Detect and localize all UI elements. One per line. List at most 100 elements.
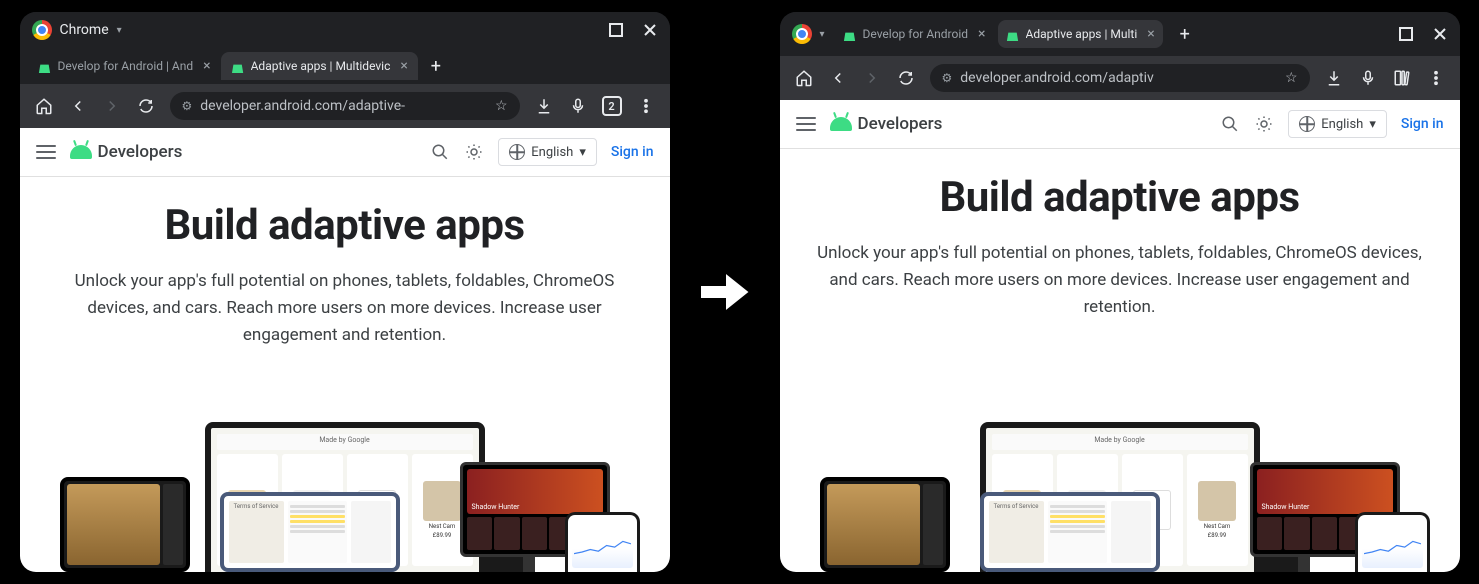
hero-subtitle: Unlock your app's full potential on phon…	[50, 268, 640, 350]
hero-title: Build adaptive apps	[50, 201, 640, 250]
tab-develop-android[interactable]: Develop for Android ×	[835, 20, 994, 48]
tab-title: Develop for Android | And	[58, 59, 194, 73]
page-content: Developers English ▾ Sign in Build adapt…	[20, 128, 670, 572]
chevron-down-icon[interactable]: ▾	[117, 25, 122, 36]
url-text: developer.android.com/adaptiv	[960, 70, 1277, 86]
globe-icon	[1299, 116, 1315, 132]
android-favicon-icon	[38, 59, 52, 73]
collection-icon[interactable]	[1392, 68, 1412, 88]
forward-icon[interactable]	[862, 68, 882, 88]
device-showcase: Made by Google Nest Cam£89.99 Terms of S…	[50, 412, 640, 572]
titlebar: ▾ Develop for Android × Adaptive apps | …	[780, 12, 1460, 56]
chevron-down-icon: ▾	[1369, 117, 1376, 132]
download-icon[interactable]	[534, 96, 554, 116]
foldable-graphic	[60, 477, 190, 572]
mic-icon[interactable]	[1358, 68, 1378, 88]
menu-icon[interactable]	[1426, 68, 1446, 88]
close-icon[interactable]	[1432, 26, 1448, 42]
maximize-icon[interactable]	[1398, 26, 1414, 42]
reload-icon[interactable]	[136, 96, 156, 116]
menu-icon[interactable]	[636, 96, 656, 116]
tab-close-icon[interactable]: ×	[203, 58, 210, 74]
site-header: Developers English ▾ Sign in	[780, 100, 1460, 149]
tab-close-icon[interactable]: ×	[1147, 26, 1154, 42]
android-logo-icon	[830, 117, 852, 131]
android-logo-icon	[70, 145, 92, 159]
language-label: English	[531, 145, 573, 160]
star-icon[interactable]: ☆	[1285, 70, 1298, 86]
theme-toggle-icon[interactable]	[1254, 114, 1274, 134]
download-icon[interactable]	[1324, 68, 1344, 88]
browser-toolbar: ⚙ developer.android.com/adaptiv ☆	[780, 56, 1460, 100]
new-tab-button[interactable]: +	[1171, 20, 1199, 48]
site-settings-icon[interactable]: ⚙	[942, 71, 953, 85]
browser-window-compact: Chrome ▾ Develop for Android | And × Ada…	[20, 12, 670, 572]
hero-section: Build adaptive apps Unlock your app's fu…	[20, 177, 670, 572]
tablet-doc-graphic: Terms of Service	[220, 492, 400, 572]
android-favicon-icon	[231, 59, 245, 73]
theme-toggle-icon[interactable]	[464, 142, 484, 162]
search-icon[interactable]	[1220, 114, 1240, 134]
tab-strip: Develop for Android | And × Adaptive app…	[20, 48, 670, 84]
tab-adaptive-apps[interactable]: Adaptive apps | Multidevic ×	[221, 52, 418, 80]
maximize-icon[interactable]	[608, 22, 624, 38]
developers-logo[interactable]: Developers	[830, 114, 943, 134]
signin-link[interactable]: Sign in	[1401, 116, 1444, 132]
hero-title: Build adaptive apps	[810, 173, 1430, 222]
laptop-header: Made by Google	[217, 434, 473, 450]
tab-switcher[interactable]: 2	[602, 96, 622, 116]
chrome-logo-icon	[32, 20, 52, 40]
new-tab-button[interactable]: +	[422, 52, 450, 80]
site-header: Developers English ▾ Sign in	[20, 128, 670, 177]
mic-icon[interactable]	[568, 96, 588, 116]
close-icon[interactable]	[642, 22, 658, 38]
developers-logo[interactable]: Developers	[70, 142, 183, 162]
star-icon[interactable]: ☆	[495, 98, 508, 114]
url-text: developer.android.com/adaptive-	[200, 98, 487, 114]
phone-graphic	[565, 512, 640, 572]
tab-title: Adaptive apps | Multi	[1026, 27, 1138, 41]
hamburger-menu-icon[interactable]	[36, 142, 56, 162]
signin-link[interactable]: Sign in	[611, 144, 654, 160]
tab-title: Adaptive apps | Multidevic	[251, 59, 391, 73]
globe-icon	[509, 144, 525, 160]
reload-icon[interactable]	[896, 68, 916, 88]
hamburger-menu-icon[interactable]	[796, 114, 816, 134]
search-icon[interactable]	[430, 142, 450, 162]
page-content: Developers English ▾ Sign in Build adapt…	[780, 100, 1460, 572]
brand-text: Developers	[98, 142, 183, 162]
address-bar[interactable]: ⚙ developer.android.com/adaptiv ☆	[930, 64, 1310, 92]
language-selector[interactable]: English ▾	[498, 138, 597, 166]
brand-text: Developers	[858, 114, 943, 134]
chevron-down-icon[interactable]: ▾	[820, 29, 825, 40]
back-icon[interactable]	[68, 96, 88, 116]
device-showcase: Made by Google Nest Cam£89.99 Terms of S…	[810, 412, 1430, 572]
titlebar-brand[interactable]: Chrome ▾	[32, 20, 122, 40]
foldable-graphic	[820, 477, 950, 572]
tab-title: Develop for Android	[863, 27, 969, 41]
chevron-down-icon: ▾	[579, 145, 586, 160]
home-icon[interactable]	[794, 68, 814, 88]
forward-icon[interactable]	[102, 96, 122, 116]
browser-window-wide: ▾ Develop for Android × Adaptive apps | …	[780, 12, 1460, 572]
tab-adaptive-apps[interactable]: Adaptive apps | Multi ×	[998, 20, 1163, 48]
site-settings-icon[interactable]: ⚙	[182, 99, 193, 113]
home-icon[interactable]	[34, 96, 54, 116]
browser-toolbar: ⚙ developer.android.com/adaptive- ☆ 2	[20, 84, 670, 128]
app-name: Chrome	[60, 22, 109, 38]
language-selector[interactable]: English ▾	[1288, 110, 1387, 138]
tab-close-icon[interactable]: ×	[400, 58, 407, 74]
back-icon[interactable]	[828, 68, 848, 88]
address-bar[interactable]: ⚙ developer.android.com/adaptive- ☆	[170, 92, 520, 120]
phone-graphic	[1355, 512, 1430, 572]
hero-subtitle: Unlock your app's full potential on phon…	[810, 240, 1430, 322]
chrome-logo-icon[interactable]	[792, 24, 812, 44]
tab-develop-android[interactable]: Develop for Android | And ×	[28, 52, 221, 80]
tab-close-icon[interactable]: ×	[978, 26, 985, 42]
tablet-doc-graphic: Terms of Service	[980, 492, 1160, 572]
laptop-header: Made by Google	[992, 434, 1248, 450]
android-favicon-icon	[843, 27, 857, 41]
transition-arrow-icon	[690, 262, 760, 322]
android-favicon-icon	[1006, 27, 1020, 41]
language-label: English	[1321, 117, 1363, 132]
